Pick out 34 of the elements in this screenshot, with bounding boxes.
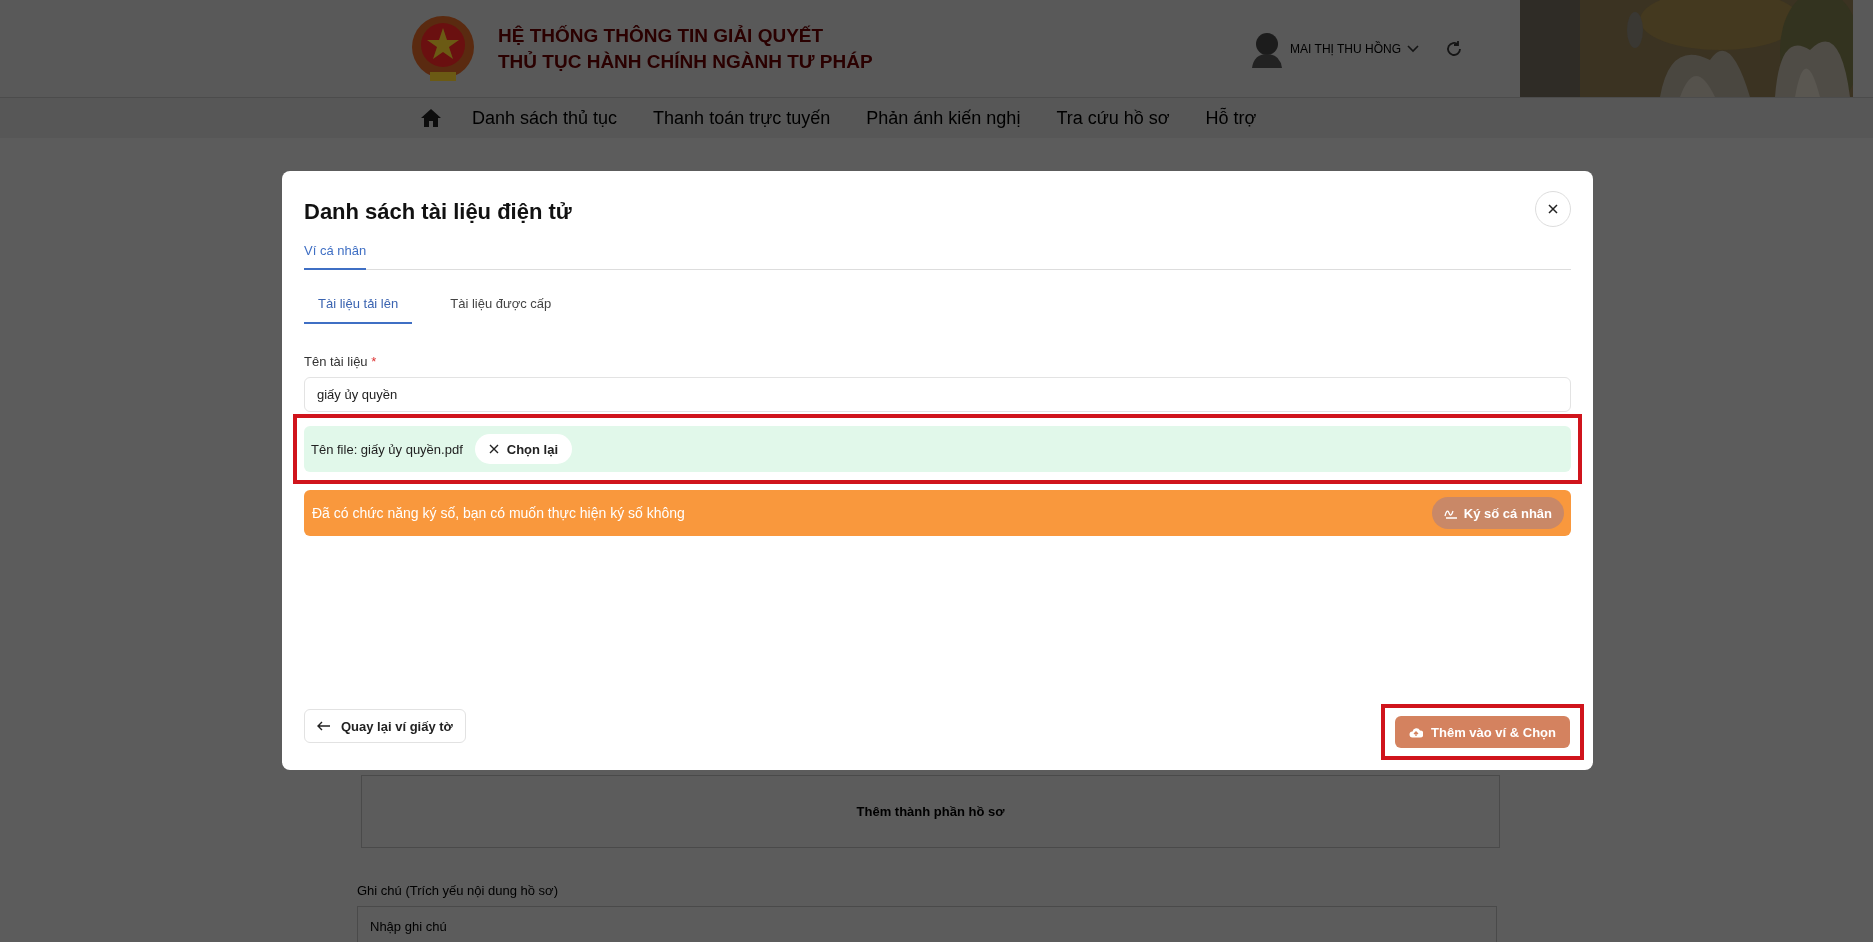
arrow-left-icon [317,721,331,731]
dialog-title: Danh sách tài liệu điện tử [304,199,572,225]
file-name: Tên file: giấy ủy quyền.pdf [311,441,463,457]
add-component-card[interactable]: Thêm thành phần hồ sơ [361,775,1500,848]
tab[interactable]: Ví cá nhân [304,235,367,270]
submit-button[interactable]: Thêm vào ví & Chọn [1395,716,1570,748]
nav-link[interactable]: Danh sách thủ tục [472,107,618,129]
field-label: Tên tài liệu * [304,354,378,369]
system-title: HỆ THỐNG THÔNG TIN GIẢI QUYẾT [498,24,825,47]
nav-link[interactable]: Tra cứu hồ sơ [1056,107,1170,129]
close-button[interactable] [1535,191,1571,227]
sign-button[interactable]: Ký số cá nhân [1431,497,1564,529]
tab[interactable]: Tài liệu tải lên [304,288,413,324]
refresh-icon[interactable] [1445,39,1463,58]
document-name-field[interactable]: giấy ủy quyền [304,377,1571,412]
system-title: THỦ TỤC HÀNH CHÍNH NGÀNH TƯ PHÁP [498,50,873,73]
cloud-upload-icon [1409,726,1424,738]
close-icon [1548,204,1558,214]
banner-message: Đã có chức năng ký số, bạn có muốn thực hiện ký số không [312,505,685,521]
user-name[interactable]: MAI THỊ THU HỒNG [1290,41,1401,56]
nav-link[interactable]: Thanh toán trực tuyến [653,107,831,129]
close-icon [488,444,499,454]
emblem-icon [410,13,476,84]
signature-icon [1443,507,1458,519]
back-button[interactable]: Quay lại ví giấy tờ [304,709,466,743]
nav-link[interactable]: Phản ánh kiến nghị [866,107,1021,129]
note-field[interactable]: Nhập ghi chú [357,906,1497,942]
card-label: Thêm thành phần hồ sơ [856,804,1005,819]
nav-link[interactable]: Hỗ trợ [1205,107,1257,129]
field-label: Ghi chú (Trích yếu nội dung hồ sơ) [357,883,558,898]
reselect-button[interactable]: Chọn lại [474,434,573,464]
tab[interactable]: Tài liệu được cấp [436,288,566,324]
chevron-down-icon[interactable] [1407,44,1419,53]
home-icon[interactable] [420,108,442,128]
